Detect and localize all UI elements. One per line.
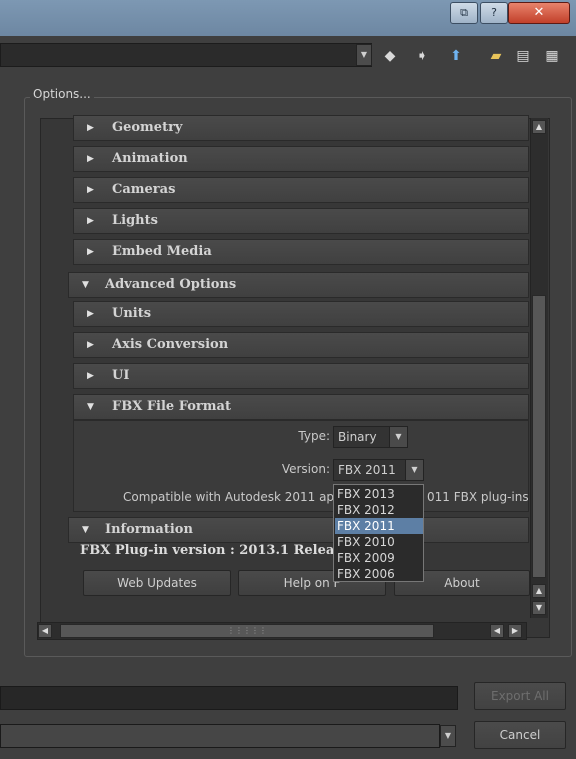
rollout-geometry[interactable]: ▶ Geometry [73,115,529,141]
collapsed-triangle-icon: ▶ [87,185,94,195]
version-option[interactable]: FBX 2010 [335,534,423,550]
rollout-lights[interactable]: ▶ Lights [73,208,529,234]
rollout-units[interactable]: ▶ Units [73,301,529,327]
rollout-information[interactable]: ▼ Information [68,517,529,543]
collapsed-triangle-icon: ▶ [87,371,94,381]
version-option[interactable]: FBX 2009 [335,550,423,566]
export-all-button[interactable]: Export All [474,682,566,710]
close-icon: ✕ [533,5,545,20]
scroll-right-icon[interactable]: ▶ [508,624,522,638]
scroll-up-icon[interactable]: ▲ [532,120,546,134]
collapsed-triangle-icon: ▶ [87,340,94,350]
path-field[interactable] [0,43,372,67]
rollout-animation[interactable]: ▶ Animation [73,146,529,172]
expanded-triangle-icon: ▼ [82,280,89,290]
cancel-button[interactable]: Cancel [474,721,566,749]
collapsed-triangle-icon: ▶ [87,154,94,164]
version-option-selected[interactable]: FBX 2011 [335,518,423,534]
rollout-cameras[interactable]: ▶ Cameras [73,177,529,203]
forward-arrow-icon[interactable]: ➧ [412,46,432,66]
restore-window-button[interactable]: ⧉ [450,2,478,24]
file-type-dropdown-icon[interactable]: ▼ [440,725,456,747]
back-arrow-icon[interactable]: ◆ [380,46,400,66]
collapsed-triangle-icon: ▶ [87,123,94,133]
rollout-ui[interactable]: ▶ UI [73,363,529,389]
version-dropdown-list: FBX 2013 FBX 2012 FBX 2011 FBX 2010 FBX … [333,484,424,582]
scroll-left-icon[interactable]: ◀ [38,624,52,638]
expanded-triangle-icon: ▼ [82,525,89,535]
collapsed-triangle-icon: ▶ [87,309,94,319]
rollout-embed-media[interactable]: ▶ Embed Media [73,239,529,265]
close-button[interactable]: ✕ [508,2,570,24]
horizontal-scroll-thumb[interactable]: ⋮⋮⋮⋮⋮ [60,624,434,638]
rollout-axis-conversion[interactable]: ▶ Axis Conversion [73,332,529,358]
detail-view-icon[interactable]: ▦ [542,46,562,66]
expanded-triangle-icon: ▼ [87,402,94,412]
compatibility-text-end: 011 FBX plug-ins [427,490,529,504]
version-label: Version: [281,462,330,476]
type-dropdown-arrow-icon[interactable]: ▼ [389,427,407,447]
version-dropdown-arrow-icon[interactable]: ▼ [405,460,423,480]
rollout-fbx-file-format[interactable]: ▼ FBX File Format [73,394,529,420]
new-folder-icon[interactable]: ▰ [486,46,506,66]
version-option[interactable]: FBX 2012 [335,502,423,518]
vertical-scroll-thumb[interactable] [532,295,546,578]
web-updates-button[interactable]: Web Updates [83,570,231,596]
scroll-up-icon-2[interactable]: ▲ [532,584,546,598]
version-option[interactable]: FBX 2013 [335,486,423,502]
restore-icon: ⧉ [460,6,468,19]
collapsed-triangle-icon: ▶ [87,216,94,226]
up-arrow-icon[interactable]: ⬆ [446,46,466,66]
version-option[interactable]: FBX 2006 [335,566,423,582]
options-group-label: Options... [30,87,94,101]
list-view-icon[interactable]: ▤ [513,46,533,66]
plugin-version-text: FBX Plug-in version : 2013.1 Releas [80,543,342,558]
type-label: Type: [298,429,330,443]
rollout-advanced-options[interactable]: ▼ Advanced Options [68,272,529,298]
scroll-down-icon[interactable]: ▼ [532,601,546,615]
path-dropdown-button[interactable]: ▼ [356,44,372,66]
compatibility-text-start: Compatible with Autodesk 2011 ap [123,490,335,504]
file-type-select[interactable] [0,724,440,748]
scroll-left-icon-2[interactable]: ◀ [490,624,504,638]
help-button[interactable]: ? [480,2,508,24]
collapsed-triangle-icon: ▶ [87,247,94,257]
help-icon: ? [491,6,497,19]
file-name-field[interactable] [0,686,458,710]
